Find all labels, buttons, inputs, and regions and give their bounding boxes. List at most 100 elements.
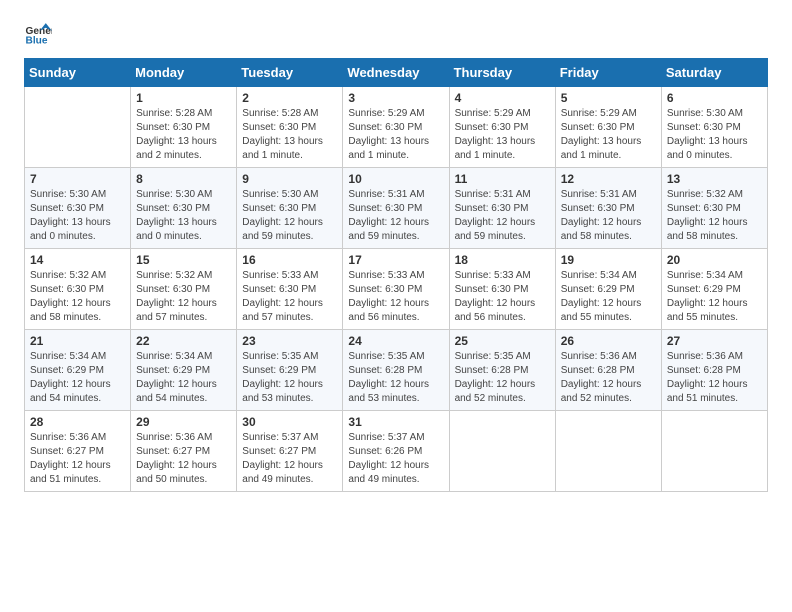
day-info: Sunrise: 5:35 AM Sunset: 6:28 PM Dayligh… — [348, 350, 443, 406]
day-info: Sunrise: 5:34 AM Sunset: 6:29 PM Dayligh… — [667, 269, 762, 325]
calendar-cell: 6 Sunrise: 5:30 AM Sunset: 6:30 PM Daylig… — [661, 87, 767, 168]
day-info: Sunrise: 5:36 AM Sunset: 6:27 PM Dayligh… — [30, 431, 125, 487]
day-info: Sunrise: 5:34 AM Sunset: 6:29 PM Dayligh… — [30, 350, 125, 406]
day-info: Sunrise: 5:28 AM Sunset: 6:30 PM Dayligh… — [136, 107, 231, 163]
day-number: 1 — [136, 91, 231, 105]
day-number: 6 — [667, 91, 762, 105]
logo: General Blue — [24, 20, 56, 48]
day-info: Sunrise: 5:28 AM Sunset: 6:30 PM Dayligh… — [242, 107, 337, 163]
calendar-cell — [661, 411, 767, 492]
calendar-cell: 30 Sunrise: 5:37 AM Sunset: 6:27 PM Dayli… — [237, 411, 343, 492]
day-info: Sunrise: 5:33 AM Sunset: 6:30 PM Dayligh… — [348, 269, 443, 325]
day-info: Sunrise: 5:36 AM Sunset: 6:28 PM Dayligh… — [667, 350, 762, 406]
day-info: Sunrise: 5:32 AM Sunset: 6:30 PM Dayligh… — [136, 269, 231, 325]
day-info: Sunrise: 5:34 AM Sunset: 6:29 PM Dayligh… — [561, 269, 656, 325]
calendar-week-row: 21 Sunrise: 5:34 AM Sunset: 6:29 PM Dayli… — [25, 330, 768, 411]
day-info: Sunrise: 5:33 AM Sunset: 6:30 PM Dayligh… — [242, 269, 337, 325]
calendar-cell: 19Sunrise: 5:34 AM Sunset: 6:29 PM Dayli… — [555, 249, 661, 330]
day-number: 10 — [348, 172, 443, 186]
day-info: Sunrise: 5:30 AM Sunset: 6:30 PM Dayligh… — [136, 188, 231, 244]
day-number: 14 — [30, 253, 125, 267]
day-number: 2 — [242, 91, 337, 105]
calendar-cell: 8 Sunrise: 5:30 AM Sunset: 6:30 PM Daylig… — [131, 168, 237, 249]
calendar-cell: 28 Sunrise: 5:36 AM Sunset: 6:27 PM Dayli… — [25, 411, 131, 492]
calendar-cell: 3 Sunrise: 5:29 AM Sunset: 6:30 PM Daylig… — [343, 87, 449, 168]
day-info: Sunrise: 5:37 AM Sunset: 6:27 PM Dayligh… — [242, 431, 337, 487]
calendar-cell: 7Sunrise: 5:30 AM Sunset: 6:30 PM Daylig… — [25, 168, 131, 249]
calendar-cell: 26Sunrise: 5:36 AM Sunset: 6:28 PM Dayli… — [555, 330, 661, 411]
calendar-week-row: 1 Sunrise: 5:28 AM Sunset: 6:30 PM Daylig… — [25, 87, 768, 168]
calendar-cell: 4 Sunrise: 5:29 AM Sunset: 6:30 PM Daylig… — [449, 87, 555, 168]
calendar-cell: 2 Sunrise: 5:28 AM Sunset: 6:30 PM Daylig… — [237, 87, 343, 168]
calendar-cell: 29Sunrise: 5:36 AM Sunset: 6:27 PM Dayli… — [131, 411, 237, 492]
day-number: 5 — [561, 91, 656, 105]
day-info: Sunrise: 5:33 AM Sunset: 6:30 PM Dayligh… — [455, 269, 550, 325]
calendar-header-row: SundayMondayTuesdayWednesdayThursdayFrid… — [25, 59, 768, 87]
day-info: Sunrise: 5:29 AM Sunset: 6:30 PM Dayligh… — [348, 107, 443, 163]
calendar-cell: 31 Sunrise: 5:37 AM Sunset: 6:26 PM Dayli… — [343, 411, 449, 492]
calendar-cell: 12 Sunrise: 5:31 AM Sunset: 6:30 PM Dayli… — [555, 168, 661, 249]
svg-text:Blue: Blue — [26, 35, 48, 46]
col-header-thursday: Thursday — [449, 59, 555, 87]
day-info: Sunrise: 5:32 AM Sunset: 6:30 PM Dayligh… — [30, 269, 125, 325]
day-number: 23 — [242, 334, 337, 348]
calendar-cell: 25Sunrise: 5:35 AM Sunset: 6:28 PM Dayli… — [449, 330, 555, 411]
calendar-cell: 21 Sunrise: 5:34 AM Sunset: 6:29 PM Dayli… — [25, 330, 131, 411]
day-number: 30 — [242, 415, 337, 429]
calendar-cell: 20 Sunrise: 5:34 AM Sunset: 6:29 PM Dayli… — [661, 249, 767, 330]
day-number: 18 — [455, 253, 550, 267]
day-info: Sunrise: 5:31 AM Sunset: 6:30 PM Dayligh… — [561, 188, 656, 244]
calendar-cell: 27 Sunrise: 5:36 AM Sunset: 6:28 PM Dayli… — [661, 330, 767, 411]
day-info: Sunrise: 5:29 AM Sunset: 6:30 PM Dayligh… — [561, 107, 656, 163]
calendar-cell: 11 Sunrise: 5:31 AM Sunset: 6:30 PM Dayli… — [449, 168, 555, 249]
day-number: 7 — [30, 172, 125, 186]
day-info: Sunrise: 5:30 AM Sunset: 6:30 PM Dayligh… — [242, 188, 337, 244]
calendar-cell: 22 Sunrise: 5:34 AM Sunset: 6:29 PM Dayli… — [131, 330, 237, 411]
day-number: 15 — [136, 253, 231, 267]
header: General Blue — [24, 20, 768, 48]
calendar-cell — [555, 411, 661, 492]
col-header-saturday: Saturday — [661, 59, 767, 87]
day-info: Sunrise: 5:32 AM Sunset: 6:30 PM Dayligh… — [667, 188, 762, 244]
day-number: 27 — [667, 334, 762, 348]
day-number: 31 — [348, 415, 443, 429]
day-number: 3 — [348, 91, 443, 105]
day-info: Sunrise: 5:34 AM Sunset: 6:29 PM Dayligh… — [136, 350, 231, 406]
day-number: 12 — [561, 172, 656, 186]
col-header-wednesday: Wednesday — [343, 59, 449, 87]
day-number: 4 — [455, 91, 550, 105]
calendar-cell: 18 Sunrise: 5:33 AM Sunset: 6:30 PM Dayli… — [449, 249, 555, 330]
day-number: 20 — [667, 253, 762, 267]
calendar-cell: 10 Sunrise: 5:31 AM Sunset: 6:30 PM Dayli… — [343, 168, 449, 249]
calendar-cell: 9 Sunrise: 5:30 AM Sunset: 6:30 PM Daylig… — [237, 168, 343, 249]
col-header-sunday: Sunday — [25, 59, 131, 87]
day-info: Sunrise: 5:36 AM Sunset: 6:27 PM Dayligh… — [136, 431, 231, 487]
col-header-tuesday: Tuesday — [237, 59, 343, 87]
day-number: 28 — [30, 415, 125, 429]
col-header-friday: Friday — [555, 59, 661, 87]
calendar-table: SundayMondayTuesdayWednesdayThursdayFrid… — [24, 58, 768, 492]
day-number: 9 — [242, 172, 337, 186]
day-info: Sunrise: 5:37 AM Sunset: 6:26 PM Dayligh… — [348, 431, 443, 487]
day-number: 24 — [348, 334, 443, 348]
day-number: 17 — [348, 253, 443, 267]
day-info: Sunrise: 5:36 AM Sunset: 6:28 PM Dayligh… — [561, 350, 656, 406]
day-info: Sunrise: 5:30 AM Sunset: 6:30 PM Dayligh… — [667, 107, 762, 163]
day-info: Sunrise: 5:29 AM Sunset: 6:30 PM Dayligh… — [455, 107, 550, 163]
day-number: 16 — [242, 253, 337, 267]
calendar-week-row: 14 Sunrise: 5:32 AM Sunset: 6:30 PM Dayli… — [25, 249, 768, 330]
day-number: 22 — [136, 334, 231, 348]
generalblue-logo-icon: General Blue — [24, 20, 52, 48]
calendar-cell: 17 Sunrise: 5:33 AM Sunset: 6:30 PM Dayli… — [343, 249, 449, 330]
day-info: Sunrise: 5:31 AM Sunset: 6:30 PM Dayligh… — [455, 188, 550, 244]
calendar-week-row: 28 Sunrise: 5:36 AM Sunset: 6:27 PM Dayli… — [25, 411, 768, 492]
day-info: Sunrise: 5:35 AM Sunset: 6:29 PM Dayligh… — [242, 350, 337, 406]
day-number: 21 — [30, 334, 125, 348]
day-number: 11 — [455, 172, 550, 186]
day-info: Sunrise: 5:31 AM Sunset: 6:30 PM Dayligh… — [348, 188, 443, 244]
calendar-cell: 1 Sunrise: 5:28 AM Sunset: 6:30 PM Daylig… — [131, 87, 237, 168]
calendar-cell — [449, 411, 555, 492]
day-number: 8 — [136, 172, 231, 186]
calendar-cell — [25, 87, 131, 168]
calendar-cell: 16 Sunrise: 5:33 AM Sunset: 6:30 PM Dayli… — [237, 249, 343, 330]
